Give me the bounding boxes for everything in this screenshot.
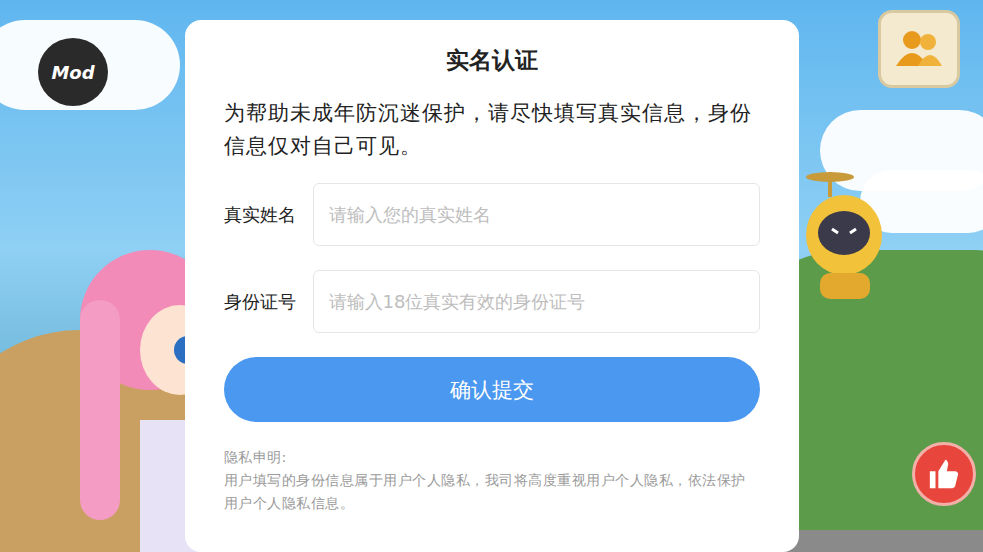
submit-button[interactable]: 确认提交 — [224, 357, 760, 422]
privacy-statement: 隐私申明:用户填写的身份信息属于用户个人隐私，我司将高度重视用户个人隐私，依法保… — [224, 446, 760, 515]
dialog-title: 实名认证 — [224, 44, 760, 76]
field-label: 真实姓名 — [224, 203, 313, 227]
mod-button[interactable]: Mod — [38, 38, 108, 106]
text-field[interactable] — [313, 183, 760, 246]
verify-form: 真实姓名身份证号 — [224, 183, 760, 333]
like-button[interactable] — [912, 442, 976, 506]
privacy-title: 隐私申明: — [224, 446, 760, 469]
friends-button[interactable] — [878, 10, 960, 88]
text-field[interactable] — [313, 270, 760, 333]
game-scene: Mod 实名认证为帮助未成年防沉迷保护，请尽快填写真实信息，身份信息仅对自己可见。… — [0, 0, 983, 552]
form-row: 真实姓名 — [224, 183, 760, 246]
field-label: 身份证号 — [224, 290, 313, 314]
thumbs-up-icon — [927, 457, 961, 491]
privacy-text: 用户填写的身份信息属于用户个人隐私，我司将高度重视用户个人隐私，依法保护用户个人… — [224, 469, 760, 515]
robot-cat-icon — [800, 165, 882, 305]
real-name-dialog: 实名认证为帮助未成年防沉迷保护，请尽快填写真实信息，身份信息仅对自己可见。真实姓… — [185, 20, 799, 552]
form-row: 身份证号 — [224, 270, 760, 333]
friends-icon — [894, 28, 944, 70]
dialog-description: 为帮助未成年防沉迷保护，请尽快填写真实信息，身份信息仅对自己可见。 — [224, 97, 760, 163]
